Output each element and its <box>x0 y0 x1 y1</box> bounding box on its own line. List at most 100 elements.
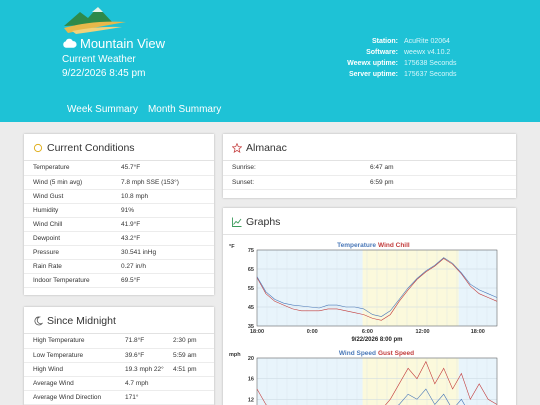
table-row: Wind Chill 41.9°F <box>24 217 214 232</box>
almanac-card: Almanac Sunrise: 6:47 am Sunset: 6:59 pm <box>223 134 516 198</box>
temperature-chart-svg: 3545556575°F Temperature Wind Chill18:00 0:… <box>229 242 498 343</box>
row-label: Indoor Temperature <box>24 273 112 288</box>
current-datetime: 9/22/2026 8:45 pm <box>62 68 146 79</box>
table-row: Average Wind Direction 171° <box>24 390 214 405</box>
row-time <box>164 390 214 405</box>
row-label: Sunrise: <box>223 161 361 176</box>
station-name: Mountain View <box>80 36 166 51</box>
y-tick-label: 20 <box>248 356 254 362</box>
line-chart-icon <box>232 217 242 227</box>
nav-month-summary[interactable]: Month Summary <box>148 104 221 115</box>
card-title: Since Midnight <box>24 307 214 334</box>
cloud-icon <box>63 38 77 48</box>
mountain-logo <box>64 7 126 34</box>
y-tick-label: 16 <box>248 377 254 383</box>
since-midnight-card: Since Midnight High Temperature 71.8°F 2:3… <box>24 307 214 405</box>
table-row: Average Wind 4.7 mph <box>24 376 214 391</box>
row-value: 91% <box>112 203 214 218</box>
row-value: 41.9°F <box>112 217 214 232</box>
row-label: Sunset: <box>223 175 361 190</box>
meta-label: Software: <box>366 49 398 56</box>
row-label: Dewpoint <box>24 231 112 246</box>
x-axis-label: 9/22/2026 8:00 pm <box>351 337 402 343</box>
meta-value: 175637 Seconds <box>404 71 457 78</box>
row-label: Wind (5 min avg) <box>24 175 112 190</box>
table-row: Sunrise: 6:47 am <box>223 161 516 176</box>
station-title: Mountain View <box>62 36 165 51</box>
row-time: 4:51 pm <box>164 362 214 377</box>
meta-value: AcuRite 02064 <box>404 38 450 45</box>
row-label: Low Temperature <box>24 348 116 363</box>
graphs-card: Graphs 35 45 55 65 75 °F Temperature Wind Chill… <box>223 208 516 405</box>
row-value: 7.8 mph SSE (153°) <box>112 175 214 190</box>
row-value: 6:47 am <box>361 161 516 176</box>
row-value: 30.541 inHg <box>112 245 214 260</box>
table-row: Wind Gust 10.8 mph <box>24 189 214 204</box>
meta-label: Server uptime: <box>348 71 398 78</box>
table-row: Wind (5 min avg) 7.8 mph SSE (153°) <box>24 175 214 190</box>
y-axis-label: °F <box>229 244 235 250</box>
current-conditions-title: Current Conditions <box>47 142 135 154</box>
table-row: Indoor Temperature 69.5°F <box>24 273 214 288</box>
temperature-chart: 35 45 55 65 75 °F Temperature Wind Chill 18:00 0:… <box>227 236 507 348</box>
sun-icon <box>33 143 43 153</box>
table-row: Low Temperature 39.6°F 5:59 am <box>24 348 214 363</box>
almanac-table: Sunrise: 6:47 am Sunset: 6:59 pm <box>223 161 516 190</box>
table-row: Temperature 45.7°F <box>24 161 214 176</box>
row-label: Average Wind Direction <box>24 390 116 405</box>
row-value: 39.6°F <box>116 348 164 363</box>
y-tick-label: 45 <box>248 305 254 311</box>
row-value: 19.3 mph 22° <box>116 362 164 377</box>
row-value: 45.7°F <box>112 161 214 176</box>
meta-value: 175638 Seconds <box>404 60 457 67</box>
y-tick-label: 65 <box>248 267 254 273</box>
x-tick-label: 0:00 <box>307 329 318 335</box>
card-title: Almanac <box>223 134 516 161</box>
wind-chart-svg: 8121620mphWind SpeedGust Speed <box>229 350 498 405</box>
table-row: High Wind 19.3 mph 22° 4:51 pm <box>24 362 214 377</box>
current-conditions-card: Current Conditions Temperature 45.7°F Win… <box>24 134 214 295</box>
since-midnight-title: Since Midnight <box>47 315 116 327</box>
y-tick-label: 55 <box>248 286 254 292</box>
x-tick-label: 6:00 <box>362 329 373 335</box>
meta-label: Station: <box>371 38 398 45</box>
chart-title-series-1: Wind Speed <box>339 350 376 357</box>
meta-row-server-uptime: Server uptime: 175637 Seconds <box>320 69 457 80</box>
chart-title-series-1: Temperature <box>337 242 376 249</box>
table-row: Pressure 30.541 inHg <box>24 245 214 260</box>
row-value: 10.8 mph <box>112 189 214 204</box>
row-label: High Wind <box>24 362 116 377</box>
graphs-title: Graphs <box>246 216 281 228</box>
star-icon <box>232 143 242 153</box>
wind-chart: 8121620mphWind SpeedGust Speed <box>227 344 507 405</box>
row-time: 2:30 pm <box>164 334 214 349</box>
table-row: High Temperature 71.8°F 2:30 pm <box>24 334 214 349</box>
row-value: 43.2°F <box>112 231 214 246</box>
table-row: Dewpoint 43.2°F <box>24 231 214 246</box>
row-value: 69.5°F <box>112 273 214 288</box>
header: Mountain View Current Weather 9/22/2026 … <box>0 0 540 122</box>
row-label: High Temperature <box>24 334 116 349</box>
row-label: Humidity <box>24 203 112 218</box>
almanac-title: Almanac <box>246 142 287 154</box>
row-label: Pressure <box>24 245 112 260</box>
meta-row-station: Station: AcuRite 02064 <box>320 36 457 47</box>
meta-row-software: Software: weewx v4.10.2 <box>320 47 457 58</box>
row-value: 71.8°F <box>116 334 164 349</box>
table-row: Humidity 91% <box>24 203 214 218</box>
nav-week-summary[interactable]: Week Summary <box>67 104 138 115</box>
row-label: Wind Gust <box>24 189 112 204</box>
row-time <box>164 376 214 391</box>
nav: Week Summary Month Summary <box>67 104 221 115</box>
row-value: 6:59 pm <box>361 175 516 190</box>
y-tick-label: 12 <box>248 397 254 403</box>
row-label: Temperature <box>24 161 112 176</box>
meta-value: weewx v4.10.2 <box>404 49 451 56</box>
card-title: Graphs <box>223 208 516 235</box>
row-value: 171° <box>116 390 164 405</box>
row-time: 5:59 am <box>164 348 214 363</box>
table-row: Rain Rate 0.27 in/h <box>24 259 214 274</box>
current-table: Temperature 45.7°F Wind (5 min avg) 7.8 mp… <box>24 161 214 288</box>
row-label: Average Wind <box>24 376 116 391</box>
station-meta: Station: AcuRite 02064 Software: weewx v… <box>320 36 457 80</box>
